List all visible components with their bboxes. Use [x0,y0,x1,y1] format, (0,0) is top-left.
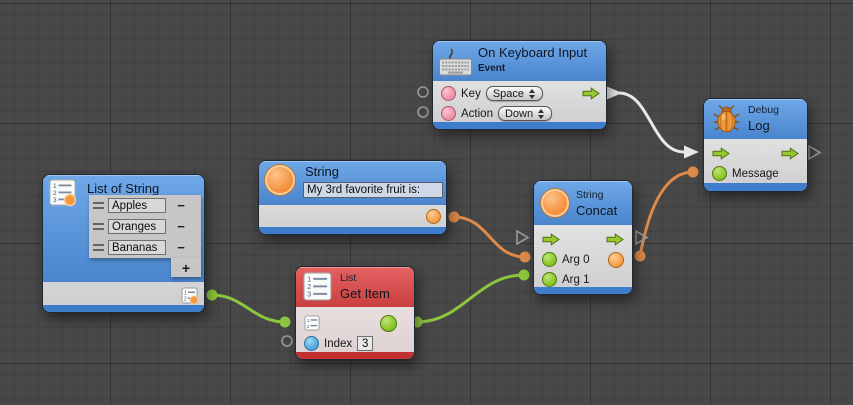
action-dropdown[interactable]: Down [498,106,552,121]
action-label: Action [461,108,493,120]
icon-digit: 3 [53,197,57,204]
arg1-label: Arg 1 [562,274,590,286]
wire-concat-to-message [635,167,699,262]
wire-flow-keyboard-to-log [607,87,699,159]
icon-digit: 2 [184,297,187,303]
wire-list-to-getitem [207,290,291,328]
list-item-input[interactable] [108,240,166,255]
flow-out-arrow-icon[interactable] [582,87,600,100]
drag-handle-icon[interactable] [93,202,104,209]
arg0-port[interactable] [542,252,557,267]
result-output-port[interactable] [608,252,624,268]
node-title: String [305,165,339,179]
index-input[interactable] [357,336,373,351]
result-output-port[interactable] [380,315,397,332]
index-port[interactable] [304,336,319,351]
node-debug-log[interactable]: Debug Log Message [703,98,808,192]
node-footer [296,352,414,359]
remove-item-button[interactable]: − [170,238,192,257]
node-footer [704,183,807,191]
string-value-input[interactable] [303,182,443,198]
list-output-port[interactable]: 1 2 [181,287,199,305]
node-footer [259,227,446,234]
node-on-keyboard-input[interactable]: On Keyboard Input Event Key Space Action… [432,40,607,130]
wire-getitem-to-arg1 [412,270,530,328]
node-header: On Keyboard Input Event [433,41,606,81]
dropdown-caret-icon [529,89,536,99]
list-item-row: − [89,237,201,258]
remove-item-button[interactable]: − [170,196,192,215]
node-list-of-string[interactable]: 1 2 3 List of String − − − [42,174,205,313]
node-footer [433,122,606,129]
node-subtitle: Event [478,63,587,75]
action-port[interactable] [441,106,456,121]
list-type-icon: 1 2 3 [49,179,77,207]
node-title: Log [748,119,779,133]
list-item-input[interactable] [108,219,166,234]
list-item-input[interactable] [108,198,166,213]
flow-out-arrow-icon[interactable] [781,147,799,160]
node-string-literal[interactable]: String [258,160,447,235]
key-label: Key [461,88,481,100]
flow-out-arrow-icon[interactable] [606,233,624,246]
icon-digit: 2 [307,324,310,330]
node-list-get-item[interactable]: 1 2 3 List Get Item 1 2 [295,266,415,360]
node-title: Get Item [340,287,390,301]
keyboard-icon [438,46,474,77]
string-type-icon [265,165,295,195]
drag-handle-icon[interactable] [93,244,104,251]
key-dropdown-value: Space [493,88,524,100]
string-output-port[interactable] [426,209,441,224]
icon-digit: 1 [307,318,310,324]
list-item-row: − [89,195,201,216]
message-label: Message [732,168,779,180]
index-label: Index [324,338,352,350]
node-category: List [340,272,390,284]
flow-in-arrow-icon[interactable] [542,233,560,246]
add-item-button[interactable]: + [171,258,201,277]
dropdown-caret-icon [538,109,545,119]
icon-digit: 3 [307,292,311,299]
graph-canvas[interactable]: On Keyboard Input Event Key Space Action… [0,0,853,405]
wire-string-to-arg0 [449,212,531,263]
list-items-panel: − − − [89,195,201,258]
node-footer [43,305,204,312]
string-type-icon [541,189,569,217]
icon-digit: 1 [53,183,57,190]
icon-digit: 1 [307,277,311,284]
list-input-port[interactable]: 1 2 [304,315,321,332]
key-port[interactable] [441,86,456,101]
drag-handle-icon[interactable] [93,223,104,230]
node-footer [534,287,632,294]
bug-icon [712,104,741,134]
node-header: Debug Log [704,99,807,139]
icon-digit: 2 [307,284,311,291]
arg0-label: Arg 0 [562,254,590,266]
node-category: Debug [748,104,779,116]
node-title: On Keyboard Input [478,46,587,60]
key-dropdown[interactable]: Space [486,86,543,101]
node-string-concat[interactable]: String Concat Arg 0 Arg 1 [533,180,633,295]
icon-digit: 2 [53,190,57,197]
node-header: 1 2 3 List Get Item [296,267,414,307]
list-item-row: − [89,216,201,237]
node-title: List of String [87,182,159,196]
flow-in-arrow-icon[interactable] [712,147,730,160]
node-title: Concat [576,204,617,218]
remove-item-button[interactable]: − [170,217,192,236]
arg1-port[interactable] [542,272,557,287]
list-type-icon: 1 2 3 [303,272,333,302]
node-category: String [576,189,617,201]
action-dropdown-value: Down [505,108,533,120]
message-port[interactable] [712,166,727,181]
